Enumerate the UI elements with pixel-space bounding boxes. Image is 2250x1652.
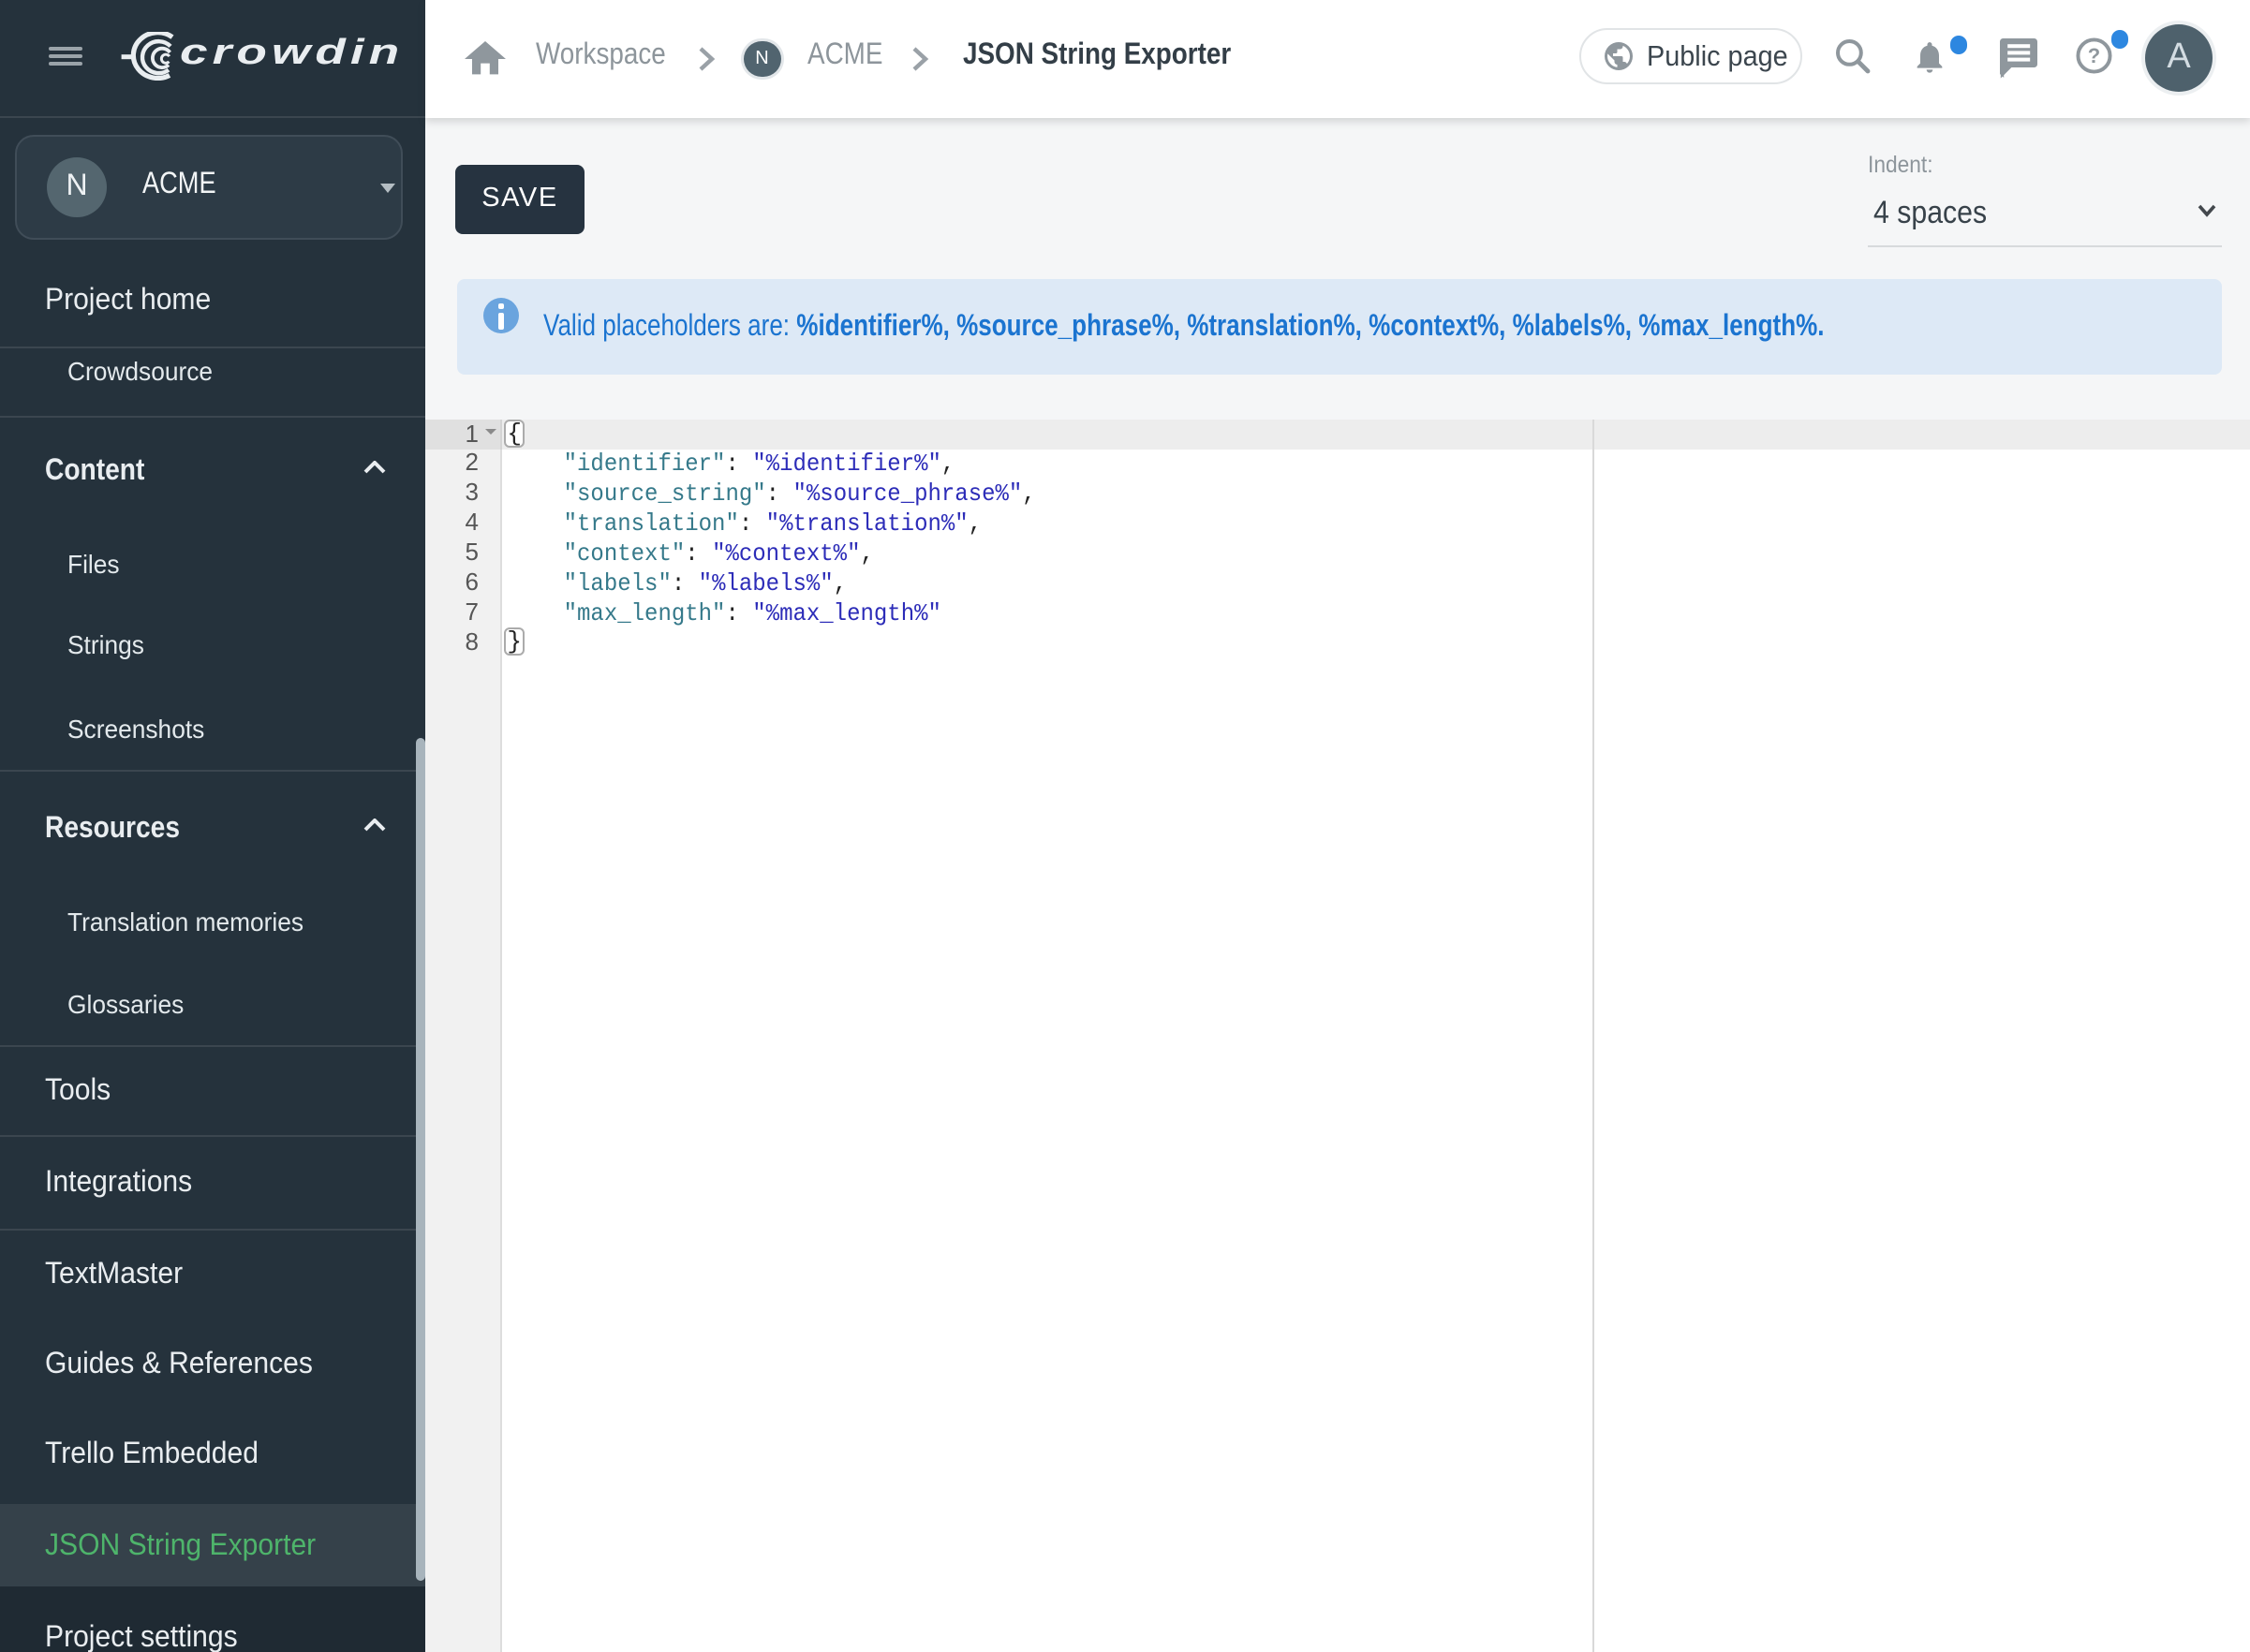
svg-text:?: ? <box>2088 44 2100 67</box>
